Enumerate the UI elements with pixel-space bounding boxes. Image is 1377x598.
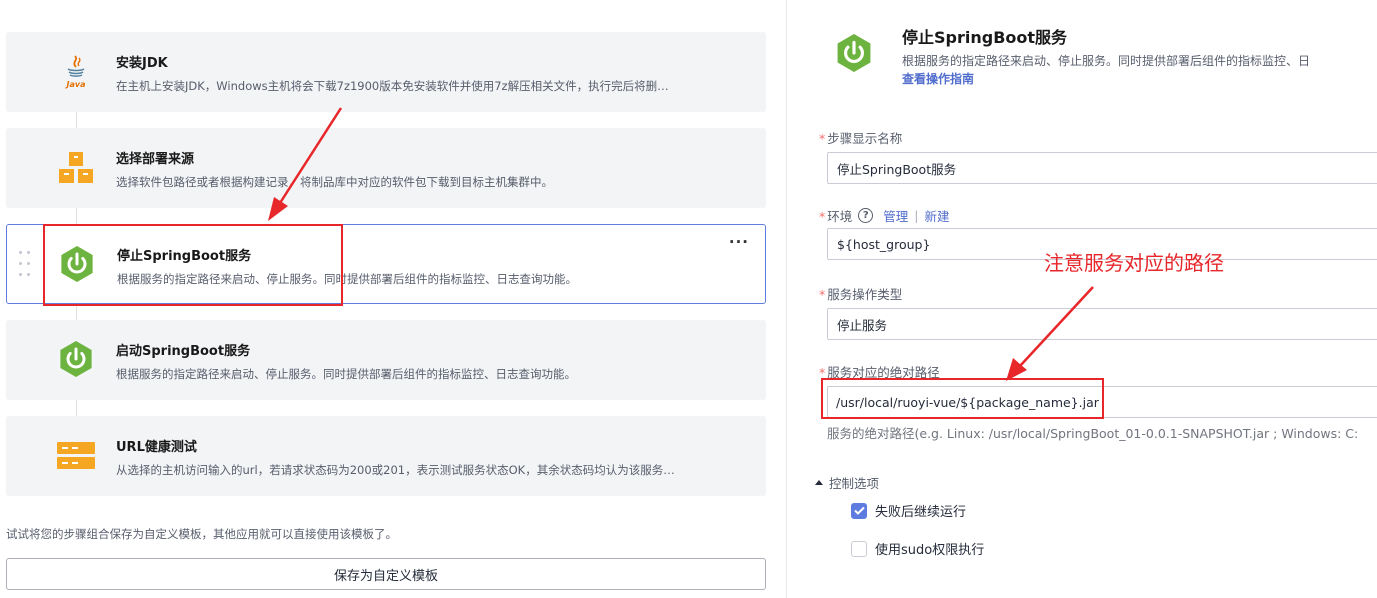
- env-label-text: 环境: [827, 209, 853, 224]
- use-sudo-label: 使用sudo权限执行: [875, 543, 985, 558]
- use-sudo-option[interactable]: 使用sudo权限执行: [851, 539, 984, 558]
- step-name-input[interactable]: 停止SpringBoot服务: [827, 152, 1377, 184]
- step-description: 从选择的主机访问输入的url，若请求状态码为200或201，表示测试服务状态OK…: [116, 463, 675, 477]
- op-type-label: * 服务操作类型: [819, 284, 902, 303]
- step-description: 根据服务的指定路径来启动、停止服务。同时提供部署后组件的指标监控、日志查询功能。: [116, 367, 576, 381]
- control-options-toggle[interactable]: 控制选项: [815, 473, 879, 492]
- step-title: 安装JDK: [116, 56, 168, 71]
- continue-on-fail-option[interactable]: 失败后继续运行: [851, 501, 966, 520]
- env-label: * 环境 ? 管理 | 新建: [819, 206, 950, 225]
- step-card-url-health-test[interactable]: URL健康测试 从选择的主机访问输入的url，若请求状态码为200或201，表示…: [6, 416, 766, 496]
- java-icon: Java: [56, 52, 96, 92]
- more-options-button[interactable]: ···: [729, 233, 749, 251]
- highlight-box-service-path: [821, 378, 1104, 419]
- caret-up-icon: [815, 480, 823, 485]
- create-env-link[interactable]: 新建: [925, 206, 950, 225]
- service-path-help: 服务的绝对路径(e.g. Linux: /usr/local/SpringBoo…: [827, 426, 1359, 441]
- required-mark: *: [819, 131, 826, 146]
- continue-on-fail-label: 失败后继续运行: [875, 505, 967, 520]
- use-sudo-checkbox[interactable]: [851, 540, 867, 557]
- package-boxes-icon: [56, 148, 96, 188]
- help-icon[interactable]: ?: [858, 208, 874, 223]
- springboot-power-icon: [834, 33, 874, 73]
- annotation-note: 注意服务对应的路径: [1044, 251, 1224, 275]
- detail-title: 停止SpringBoot服务: [902, 28, 1068, 47]
- manage-env-link[interactable]: 管理: [883, 206, 908, 225]
- step-description: 选择软件包路径或者根据构建记录，将制品库中对应的软件包下载到目标主机集群中。: [116, 175, 553, 189]
- continue-on-fail-checkbox[interactable]: [851, 502, 867, 519]
- drag-handle-icon[interactable]: [19, 249, 33, 281]
- step-title: 启动SpringBoot服务: [116, 344, 251, 359]
- save-template-hint: 试试将您的步骤组合保存为自定义模板，其他应用就可以直接使用该模板了。: [6, 527, 397, 541]
- step-card-install-jdk[interactable]: Java 安装JDK 在主机上安装JDK，Windows主机将会下载7z1900…: [6, 32, 766, 112]
- step-title: URL健康测试: [116, 440, 197, 455]
- control-options-label: 控制选项: [829, 476, 880, 491]
- save-as-template-button[interactable]: 保存为自定义模板: [6, 558, 766, 590]
- checkmark-icon: [853, 506, 865, 515]
- detail-description: 根据服务的指定路径来启动、停止服务。同时提供部署后组件的指标监控、日: [902, 54, 1311, 68]
- step-title: 选择部署来源: [116, 152, 195, 167]
- step-card-start-springboot[interactable]: 启动SpringBoot服务 根据服务的指定路径来启动、停止服务。同时提供部署后…: [6, 320, 766, 400]
- step-config-panel: 停止SpringBoot服务 根据服务的指定路径来启动、停止服务。同时提供部署后…: [787, 0, 1377, 598]
- step-name-label: * 步骤显示名称: [819, 128, 902, 147]
- op-type-label-text: 服务操作类型: [827, 287, 903, 302]
- required-mark: *: [819, 209, 826, 224]
- step-name-label-text: 步骤显示名称: [827, 131, 903, 146]
- highlight-box-selected-step: [43, 224, 343, 306]
- op-type-select[interactable]: 停止服务: [827, 308, 1377, 340]
- step-card-select-source[interactable]: 选择部署来源 选择软件包路径或者根据构建记录，将制品库中对应的软件包下载到目标主…: [6, 128, 766, 208]
- required-mark: *: [819, 287, 826, 302]
- link-separator: |: [914, 208, 919, 223]
- springboot-power-icon: [56, 339, 96, 379]
- step-description: 在主机上安装JDK，Windows主机将会下载7z1900版本免安装软件并使用7…: [116, 79, 669, 93]
- svg-text:Java: Java: [65, 80, 86, 89]
- view-guide-link[interactable]: 查看操作指南: [902, 70, 974, 87]
- server-rack-icon: [56, 436, 96, 476]
